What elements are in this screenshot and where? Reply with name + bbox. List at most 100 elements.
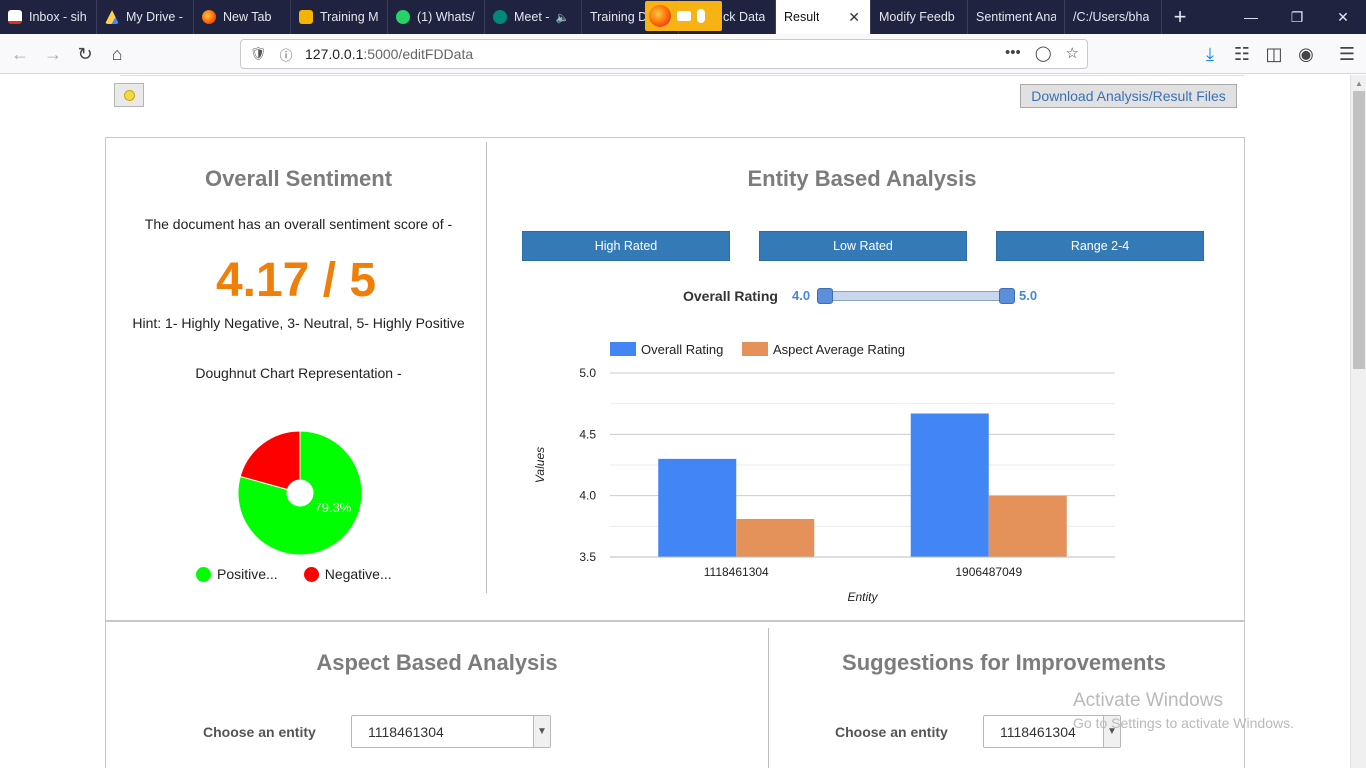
url-path: :5000/editFDData <box>363 46 474 62</box>
download-results-button[interactable]: Download Analysis/Result Files <box>1020 84 1237 108</box>
low-rated-button[interactable]: Low Rated <box>759 231 967 261</box>
firefox-icon <box>202 10 216 24</box>
tab-training-m[interactable]: Training M <box>291 0 388 34</box>
info-icon[interactable]: ⓘ <box>275 45 297 64</box>
windows-activation-watermark: Activate Windows <box>1073 690 1223 711</box>
legend-item-positive[interactable]: Positive... <box>196 566 278 582</box>
firefox-icon <box>649 5 671 27</box>
tab-whatsapp[interactable]: (1) Whats/ <box>388 0 485 34</box>
download-icon[interactable]: ⤓ <box>1196 40 1224 68</box>
navigation-toolbar: ← → ↻ ⌂ 🛡 ⓘ 127.0.0.1:5000/editFDData ••… <box>0 34 1366 74</box>
divider <box>768 628 769 768</box>
tab-drive[interactable]: My Drive - <box>97 0 194 34</box>
rating-slider-max-handle[interactable] <box>999 288 1015 304</box>
camera-icon <box>677 11 691 21</box>
rating-max-value: 5.0 <box>1019 288 1038 303</box>
bar[interactable] <box>988 495 1067 557</box>
legend-label: Overall Rating <box>641 342 723 357</box>
doughnut-caption: Doughnut Chart Representation - <box>195 365 402 381</box>
tab-modify-feedback[interactable]: Modify Feedb <box>871 0 968 34</box>
bar[interactable] <box>736 518 815 557</box>
suggestions-choose-label: Choose an entity <box>835 724 948 740</box>
page-actions-menu-icon[interactable]: ••• <box>1005 44 1021 62</box>
tab-label: Modify Feedb <box>879 10 955 24</box>
suggestions-title: Suggestions for Improvements <box>842 650 1166 675</box>
legend-label: Positive... <box>217 566 278 582</box>
windows-activation-hint: Go to Settings to activate Windows. <box>1073 715 1294 731</box>
bar[interactable] <box>658 458 737 557</box>
select-value: 1118461304 <box>1000 723 1076 740</box>
scroll-thumb[interactable] <box>1353 91 1365 369</box>
entity-analysis-title: Entity Based Analysis <box>747 166 977 191</box>
restore-button[interactable]: ❐ <box>1274 0 1320 34</box>
new-tab-button[interactable]: + <box>1162 0 1198 34</box>
theme-toggle-button[interactable] <box>114 83 144 107</box>
hamburger-menu-icon[interactable]: ☰ <box>1333 40 1361 68</box>
x-tick-label: 1906487049 <box>955 565 1022 579</box>
minimize-button[interactable]: — <box>1228 0 1274 34</box>
aspect-entity-select[interactable]: 1118461304 ▼ <box>351 715 551 748</box>
rating-slider-min-handle[interactable] <box>817 288 833 304</box>
x-axis-label: Entity <box>847 590 878 604</box>
legend-label: Aspect Average Rating <box>773 342 905 357</box>
chevron-down-icon: ▼ <box>533 716 550 747</box>
back-arrow-icon[interactable]: ← <box>6 40 34 68</box>
overall-sentiment-title: Overall Sentiment <box>204 166 393 191</box>
account-icon[interactable]: ◉ <box>1292 40 1320 68</box>
x-tick-label: 1118461304 <box>704 565 769 579</box>
page-content: Download Analysis/Result Files Overall S… <box>0 75 1350 768</box>
rating-slider-range <box>832 292 1008 300</box>
legend-item-negative[interactable]: Negative... <box>303 566 392 582</box>
doughnut-chart: 79.3% <box>237 430 363 556</box>
score-hint: Hint: 1- Highly Negative, 3- Neutral, 5-… <box>132 315 465 331</box>
tab-local-file[interactable]: /C:/Users/bha <box>1065 0 1162 34</box>
url-text[interactable]: 127.0.0.1:5000/editFDData <box>305 46 473 62</box>
shield-icon[interactable]: 🛡 <box>247 46 269 62</box>
tab-label: Training M <box>320 10 379 24</box>
y-tick-label: 3.5 <box>579 550 596 564</box>
tab-meet[interactable]: Meet - 🔈 <box>485 0 582 34</box>
close-window-button[interactable]: ✕ <box>1320 0 1366 34</box>
sun-icon <box>124 90 134 100</box>
address-bar[interactable]: 🛡 ⓘ 127.0.0.1:5000/editFDData ••• ◯ ☆ <box>240 39 1088 69</box>
scroll-up-arrow-icon[interactable]: ▲ <box>1351 75 1366 91</box>
sidebar-icon[interactable]: ◫ <box>1260 40 1288 68</box>
y-tick-label: 4.0 <box>579 489 596 503</box>
library-icon[interactable]: ☷ <box>1228 40 1256 68</box>
tab-label: /C:/Users/bha <box>1073 10 1150 24</box>
y-tick-label: 5.0 <box>579 366 596 380</box>
page-scrollbar[interactable]: ▲ <box>1350 75 1366 768</box>
legend-swatch <box>742 342 768 356</box>
rating-min-value: 4.0 <box>792 288 811 303</box>
reload-icon[interactable]: ↻ <box>71 40 99 68</box>
tab-label: Meet - <box>514 10 550 24</box>
close-tab-icon[interactable]: ✕ <box>848 9 860 26</box>
overall-score-intro: The document has an overall sentiment sc… <box>144 216 453 232</box>
range-button[interactable]: Range 2-4 <box>996 231 1204 261</box>
high-rated-button[interactable]: High Rated <box>522 231 730 261</box>
tab-label: New Tab <box>223 10 272 24</box>
overall-score: 4.17 / 5 <box>215 254 377 307</box>
legend-swatch <box>303 566 319 582</box>
bar[interactable] <box>910 413 989 557</box>
tab-label: (1) Whats/ <box>417 10 475 24</box>
tab-new[interactable]: New Tab <box>194 0 291 34</box>
tab-gmail[interactable]: Inbox - sih <box>0 0 97 34</box>
bookmark-star-icon[interactable]: ☆ <box>1066 44 1079 62</box>
tab-result[interactable]: Result ✕ <box>776 0 871 34</box>
forward-arrow-icon[interactable]: → <box>39 40 67 68</box>
legend-label: Negative... <box>324 566 392 582</box>
microphone-icon <box>697 9 705 23</box>
home-icon[interactable]: ⌂ <box>103 40 131 68</box>
pocket-icon[interactable]: ◯ <box>1035 44 1052 62</box>
url-host: 127.0.0.1 <box>305 46 364 62</box>
screen-share-indicator[interactable] <box>645 1 722 31</box>
meet-icon <box>493 10 507 24</box>
doughnut-legend: Positive... Negative... <box>196 566 392 582</box>
tab-sentiment-analysis[interactable]: Sentiment Ana <box>968 0 1065 34</box>
y-tick-label: 4.5 <box>579 427 596 441</box>
legend-swatch <box>196 566 211 582</box>
gmail-icon <box>8 10 22 24</box>
speaker-icon[interactable]: 🔈 <box>555 11 569 24</box>
legend-swatch <box>610 342 636 356</box>
